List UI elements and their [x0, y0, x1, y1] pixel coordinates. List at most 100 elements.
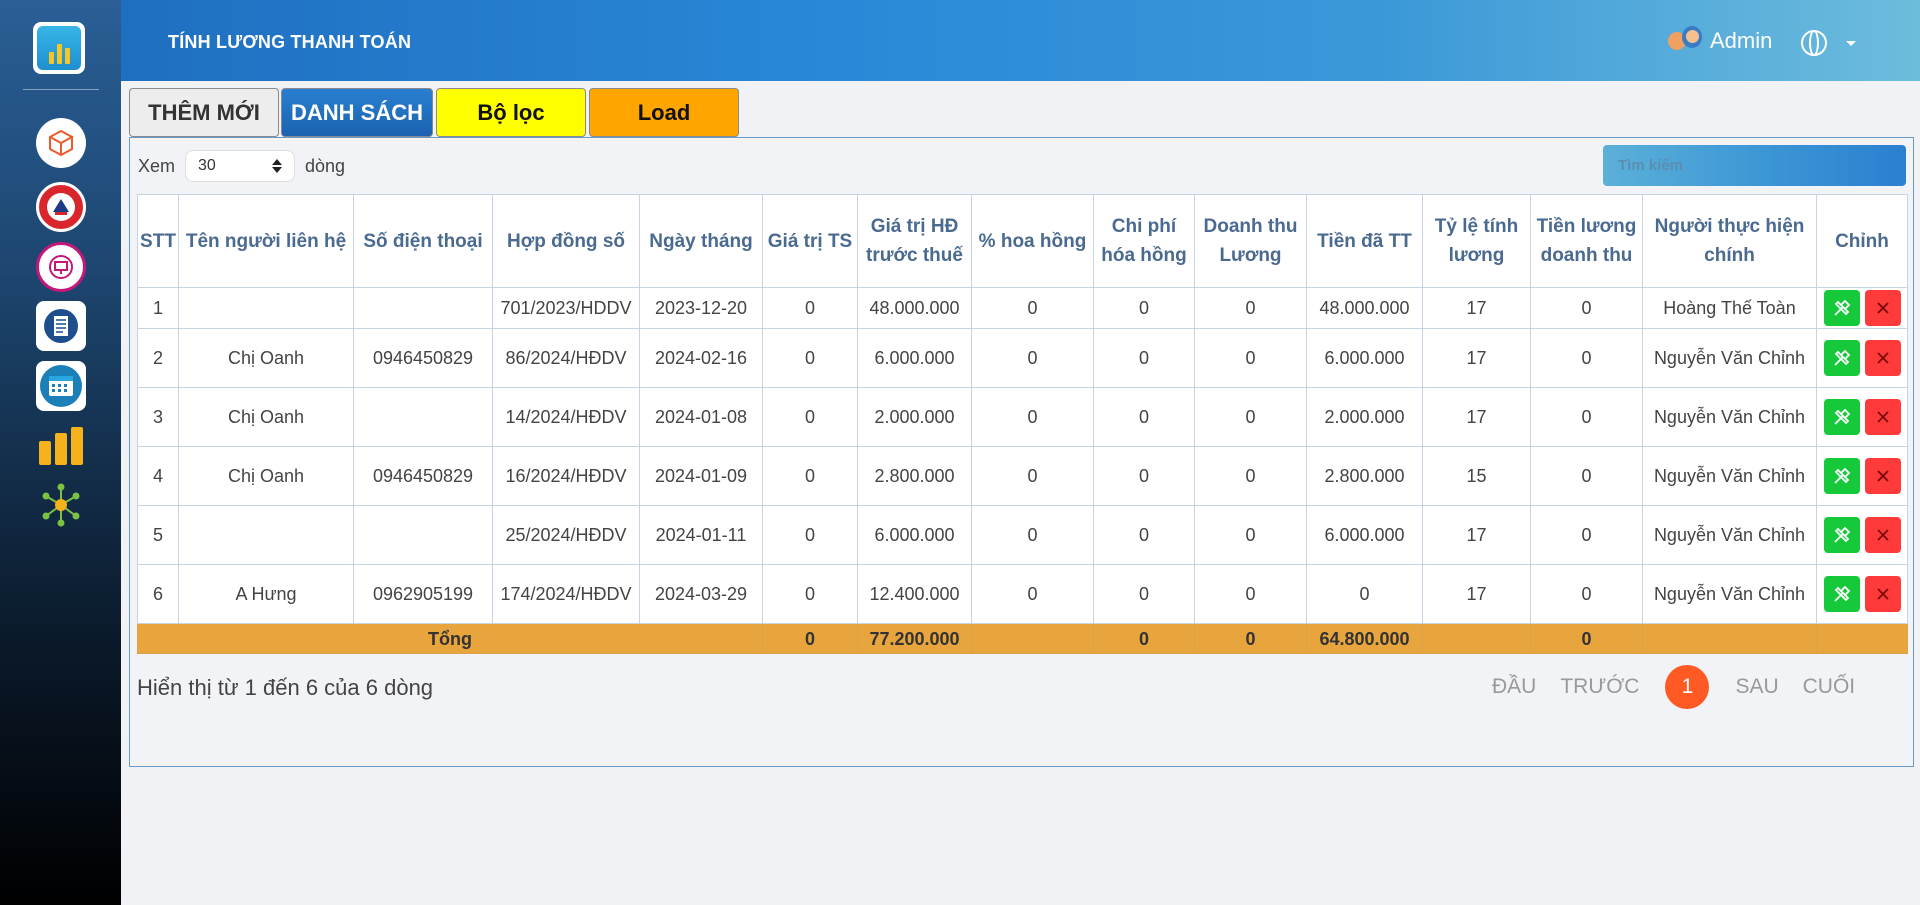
filter-button[interactable]: Bộ lọc	[436, 88, 586, 137]
sidebar-item-calendar[interactable]	[35, 360, 87, 412]
table-cell: 2.800.000	[857, 446, 972, 506]
col-header[interactable]: Hợp đồng số	[492, 194, 640, 288]
table-row[interactable]: 3 Chị Oanh 14/2024/HĐDV 2024-01-08 0 2.000.00…	[137, 387, 1908, 447]
table-row[interactable]: 1 701/2023/HDDV 2023-12-20 0 48.000.000 0 0 0 48…	[137, 287, 1908, 329]
col-header[interactable]: Giá trị HĐ trước thuế	[857, 194, 972, 288]
table-cell: 2023-12-20	[639, 287, 763, 329]
app-logo[interactable]	[33, 22, 85, 74]
col-header[interactable]: STT	[137, 194, 179, 288]
total-label: Tổng	[137, 623, 763, 654]
delete-button[interactable]	[1864, 576, 1901, 612]
page-next[interactable]: SAU	[1735, 675, 1778, 699]
table-cell: 17	[1422, 564, 1531, 624]
page-prev[interactable]: TRƯỚC	[1560, 675, 1639, 699]
table-cell: 0	[1530, 328, 1643, 388]
delete-button[interactable]	[1864, 517, 1901, 553]
chevron-down-icon[interactable]	[1846, 41, 1856, 46]
table-cell: 12.400.000	[857, 564, 972, 624]
page-last[interactable]: CUỐI	[1803, 675, 1856, 699]
edit-button[interactable]	[1823, 340, 1860, 376]
edit-button[interactable]	[1823, 290, 1860, 326]
row-actions	[1816, 287, 1908, 329]
col-header[interactable]: Doanh thu Lương	[1194, 194, 1307, 288]
school-emblem-icon	[36, 182, 86, 232]
edit-button[interactable]	[1823, 576, 1860, 612]
col-header: Chỉnh	[1816, 194, 1908, 288]
table-cell: Chị Oanh	[178, 446, 354, 506]
col-header[interactable]: Tên người liên hệ	[178, 194, 354, 288]
delete-button[interactable]	[1864, 290, 1901, 326]
page-length-select[interactable]: 30	[185, 150, 296, 182]
col-header[interactable]: Ngày tháng	[639, 194, 763, 288]
table-cell: 17	[1422, 287, 1531, 329]
sidebar-item-network[interactable]	[35, 481, 87, 533]
table-cell: 0	[971, 446, 1094, 506]
table-cell: 48.000.000	[1306, 287, 1423, 329]
search-input[interactable]: Tìm kiếm	[1603, 145, 1906, 186]
user-menu[interactable]: Admin	[1668, 26, 1772, 56]
table-cell: 1	[137, 287, 179, 329]
table-cell: Chị Oanh	[178, 328, 354, 388]
total-row: Tổng 0 77.200.000 0 0 64.800.000 0	[137, 623, 1908, 654]
table-cell: 0	[1530, 505, 1643, 565]
col-header[interactable]: Giá trị TS	[762, 194, 858, 288]
delete-button[interactable]	[1864, 458, 1901, 494]
col-header[interactable]: Tỷ lệ tính lương	[1422, 194, 1531, 288]
table-cell: 0	[971, 564, 1094, 624]
load-button[interactable]: Load	[589, 88, 739, 137]
table-row[interactable]: 6A Hưng 0962905199 174/2024/HĐDV 2024-03-29…	[137, 564, 1908, 624]
table-row[interactable]: 2 Chị Oanh 0946450829 86/2024/HĐDV 2024-02-1…	[137, 328, 1908, 388]
table-cell: 86/2024/HĐDV	[492, 328, 640, 388]
top-header: TÍNH LƯƠNG THANH TOÁN Admin	[121, 0, 1920, 81]
col-header[interactable]: Tiền đã TT	[1306, 194, 1423, 288]
col-header[interactable]: Người thực hiện chính	[1642, 194, 1817, 288]
delete-x-icon	[1875, 527, 1891, 543]
sidebar-item-products[interactable]	[35, 117, 87, 169]
delete-button[interactable]	[1864, 399, 1901, 435]
table-cell: Nguyễn Văn Chỉnh	[1642, 564, 1817, 624]
edit-button[interactable]	[1823, 399, 1860, 435]
table-row[interactable]: 5 25/2024/HĐDV 2024-01-11 0 6.000.000 0 0 0 6.00…	[137, 505, 1908, 565]
delete-x-icon	[1875, 586, 1891, 602]
table-cell: 0	[1093, 387, 1195, 447]
table-cell: 0	[1306, 564, 1423, 624]
table-cell: 6.000.000	[857, 505, 972, 565]
table-cell: 2.000.000	[857, 387, 972, 447]
table-cell: 0	[971, 505, 1094, 565]
table-cell: 5	[137, 505, 179, 565]
sidebar-divider	[23, 89, 99, 90]
sidebar-item-statistics[interactable]	[35, 421, 87, 473]
col-header[interactable]: Tiền lương doanh thu	[1530, 194, 1643, 288]
table-row[interactable]: 4 Chị Oanh 0946450829 16/2024/HĐDV 2024-01-0…	[137, 446, 1908, 506]
edit-tools-icon	[1832, 466, 1852, 486]
sidebar-item-training[interactable]	[35, 241, 87, 293]
table-cell: 0946450829	[353, 446, 493, 506]
presentation-badge-icon	[36, 242, 86, 292]
calendar-icon	[36, 361, 86, 411]
table-cell: 6.000.000	[1306, 505, 1423, 565]
table-info: Hiển thị từ 1 đến 6 của 6 dòng	[137, 675, 434, 700]
language-globe-icon[interactable]	[1801, 30, 1827, 56]
sidebar-item-documents[interactable]	[35, 300, 87, 352]
col-header[interactable]: Chi phí hóa hồng	[1093, 194, 1195, 288]
edit-button[interactable]	[1823, 517, 1860, 553]
table-cell: 16/2024/HĐDV	[492, 446, 640, 506]
tab-list[interactable]: DANH SÁCH	[281, 88, 433, 137]
table-cell: 2024-01-08	[639, 387, 763, 447]
page-length-value: 30	[198, 157, 216, 174]
table-cell: 0	[1093, 328, 1195, 388]
table-cell: Nguyễn Văn Chỉnh	[1642, 387, 1817, 447]
col-header[interactable]: Số điện thoại	[353, 194, 493, 288]
col-header[interactable]: % hoa hồng	[971, 194, 1094, 288]
box-icon	[36, 118, 86, 168]
page-first[interactable]: ĐẦU	[1492, 675, 1536, 699]
sidebar-item-school[interactable]	[35, 181, 87, 233]
delete-x-icon	[1875, 300, 1891, 316]
delete-button[interactable]	[1864, 340, 1901, 376]
document-icon	[36, 301, 86, 351]
page-current[interactable]: 1	[1665, 665, 1710, 709]
tab-add-new[interactable]: THÊM MỚI	[129, 88, 279, 137]
edit-button[interactable]	[1823, 458, 1860, 494]
total-cell: 0	[1194, 623, 1307, 654]
table-cell: 0962905199	[353, 564, 493, 624]
